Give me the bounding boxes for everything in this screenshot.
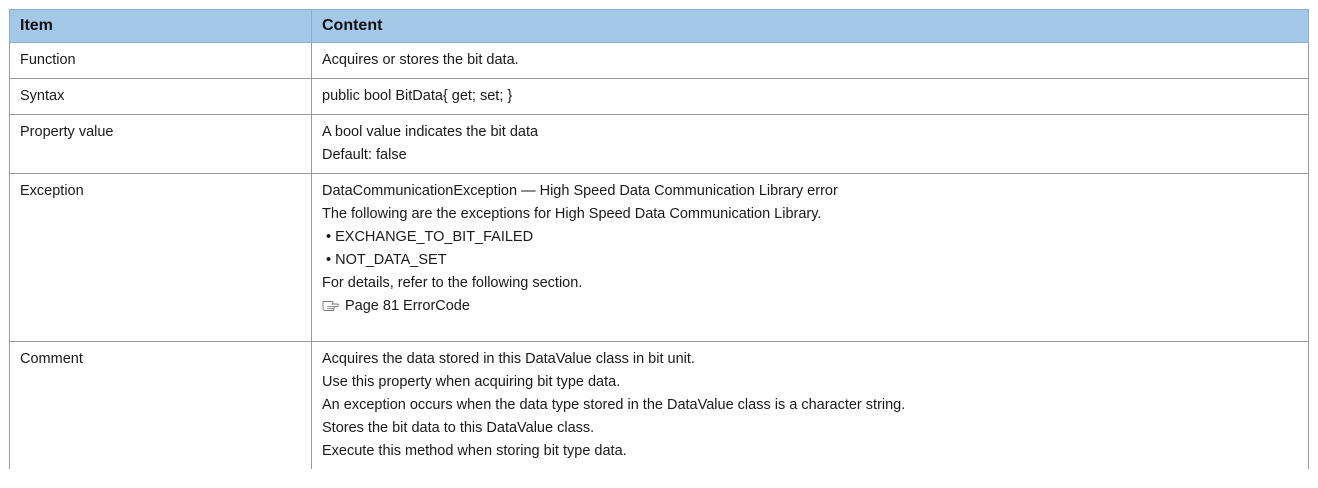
row-function: Function Acquires or stores the bit data…	[9, 42, 1309, 79]
specification-table: Item Content Function Acquires or stores…	[9, 9, 1309, 469]
row-comment: Comment Acquires the data stored in this…	[9, 341, 1309, 469]
exception-line: The following are the exceptions for Hig…	[322, 206, 822, 222]
exception-line: DataCommunicationException ― High Speed …	[322, 183, 838, 199]
content-comment: Acquires the data stored in this DataVal…	[311, 341, 1309, 469]
comment-line: Execute this method when storing bit typ…	[322, 443, 627, 459]
reference-text: Page 81 ErrorCode	[345, 298, 470, 314]
item-property-value: Property value	[9, 114, 312, 174]
content-function: Acquires or stores the bit data.	[311, 42, 1309, 79]
details-note: For details, refer to the following sect…	[322, 275, 583, 291]
bullet-item: • NOT_DATA_SET	[322, 249, 1298, 272]
bullet-symbol: •	[326, 229, 332, 245]
header-item: Item	[9, 9, 312, 43]
function-text: Acquires or stores the bit data.	[322, 52, 519, 68]
item-syntax: Syntax	[9, 78, 312, 115]
item-exception: Exception	[9, 173, 312, 342]
table-header-row: Item Content	[9, 9, 1309, 43]
bullet-item: • EXCHANGE_TO_BIT_FAILED	[322, 226, 1298, 249]
item-comment: Comment	[9, 341, 312, 469]
syntax-text: public bool BitData{ get; set; }	[322, 88, 513, 104]
comment-line: Stores the bit data to this DataValue cl…	[322, 420, 595, 436]
content-syntax: public bool BitData{ get; set; }	[311, 78, 1309, 115]
property-value-line: A bool value indicates the bit data	[322, 124, 539, 140]
reference-link[interactable]: Page 81 ErrorCode	[322, 295, 1298, 318]
bullet-text: NOT_DATA_SET	[335, 252, 447, 268]
comment-line: An exception occurs when the data type s…	[322, 397, 906, 413]
row-exception: Exception DataCommunicationException ― H…	[9, 173, 1309, 342]
bullet-symbol: •	[326, 252, 332, 268]
content-property-value: A bool value indicates the bit data Defa…	[311, 114, 1309, 174]
header-content: Content	[311, 9, 1309, 43]
content-exception: DataCommunicationException ― High Speed …	[311, 173, 1309, 342]
item-function: Function	[9, 42, 312, 79]
pointing-hand-reference-icon	[322, 299, 339, 311]
property-default-line: Default: false	[322, 147, 407, 163]
comment-line: Acquires the data stored in this DataVal…	[322, 351, 695, 367]
bullet-text: EXCHANGE_TO_BIT_FAILED	[335, 229, 534, 245]
row-syntax: Syntax public bool BitData{ get; set; }	[9, 78, 1309, 115]
row-property-value: Property value A bool value indicates th…	[9, 114, 1309, 174]
comment-line: Use this property when acquiring bit typ…	[322, 374, 621, 390]
